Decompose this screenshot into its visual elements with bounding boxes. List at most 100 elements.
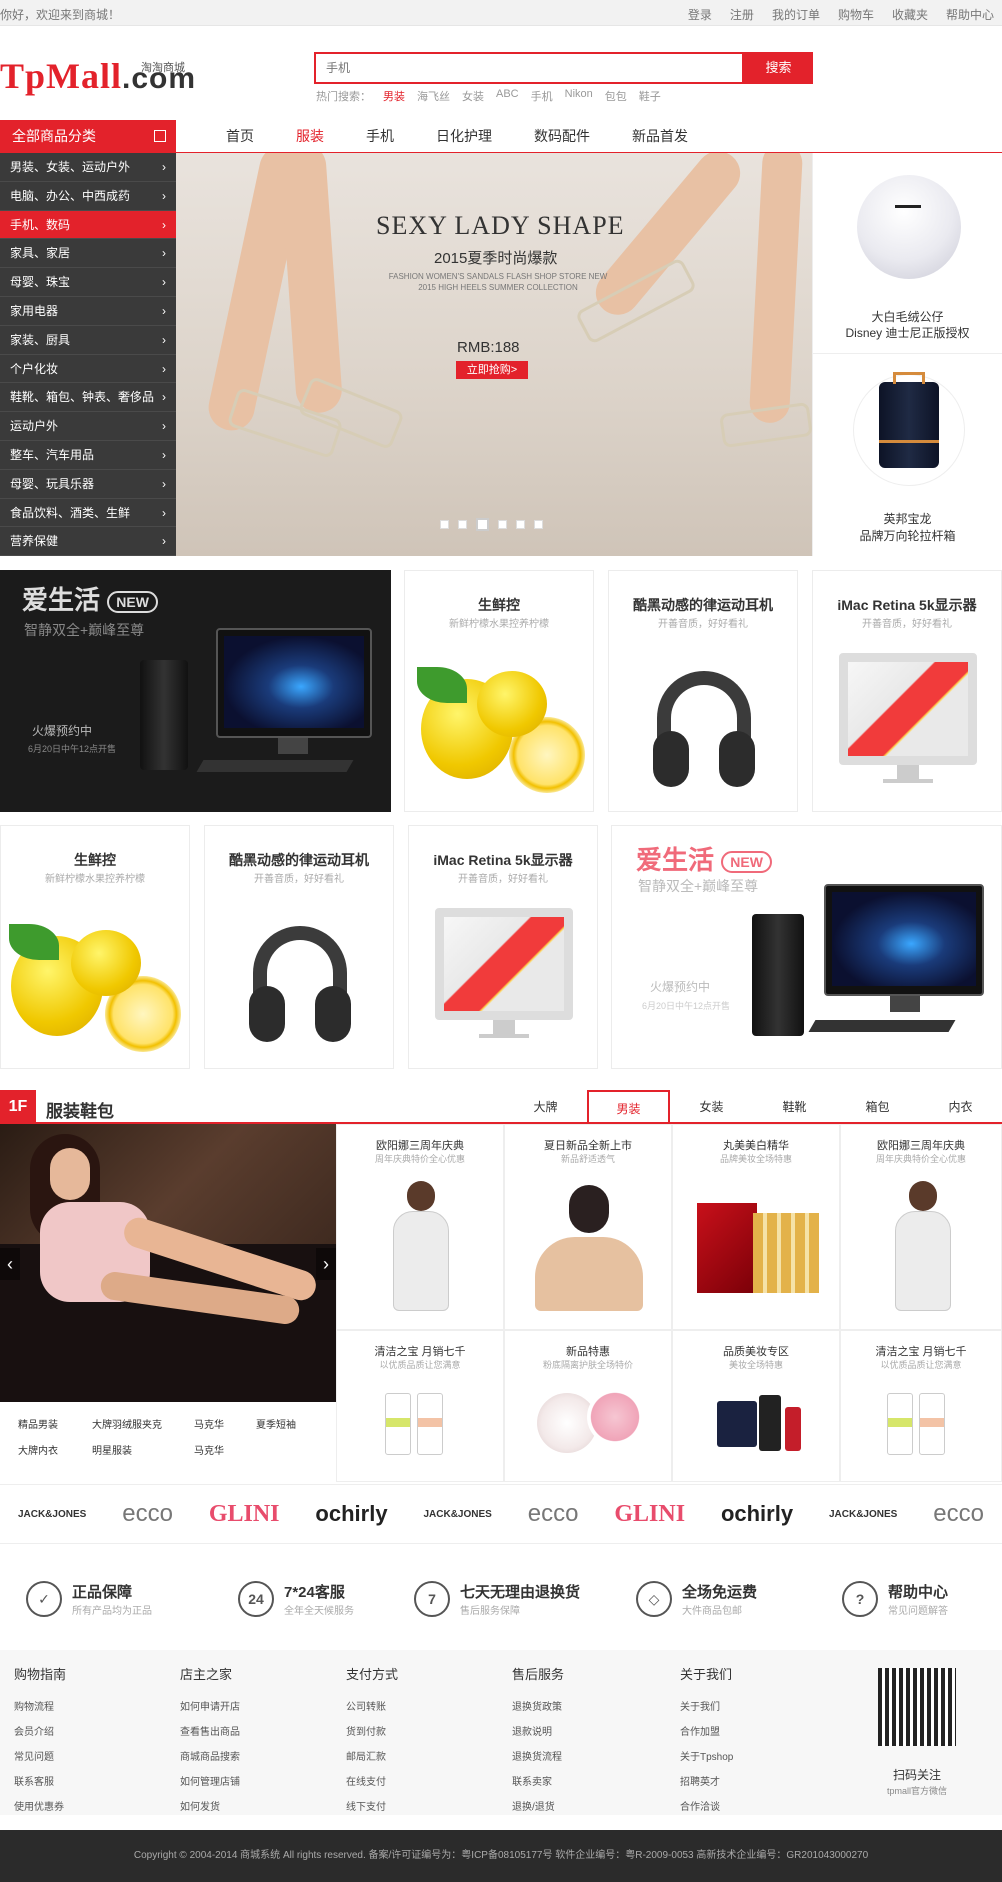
slide-dot[interactable] — [440, 520, 449, 529]
login-link[interactable]: 登录 — [688, 6, 712, 23]
footer-link[interactable]: 使用优惠券 — [14, 1795, 66, 1820]
floor-tab[interactable]: 大牌 — [504, 1090, 587, 1124]
footer-link[interactable]: 合作加盟 — [680, 1720, 733, 1745]
brand-logo[interactable]: ecco — [122, 1500, 173, 1528]
sidebar-item[interactable]: 家装、厨具 › — [0, 326, 176, 355]
search-input[interactable] — [314, 52, 744, 84]
cart-link[interactable]: 购物车 — [838, 6, 874, 23]
floor-link[interactable]: 明星服装 — [92, 1442, 132, 1457]
floor-tab[interactable]: 内衣 — [919, 1090, 1002, 1124]
product-tile[interactable]: iMac Retina 5k显示器 开善音质，好好看礼 — [812, 570, 1002, 812]
favorites-link[interactable]: 收藏夹 — [892, 6, 928, 23]
floor-product[interactable]: 品质美妆专区 美妆全场特惠 — [672, 1330, 840, 1482]
footer-link[interactable]: 如何管理店铺 — [180, 1770, 240, 1795]
sidebar-item[interactable]: 母婴、珠宝 › — [0, 268, 176, 297]
product-tile[interactable]: iMac Retina 5k显示器 开善音质，好好看礼 — [408, 825, 598, 1069]
footer-link[interactable]: 招聘英才 — [680, 1770, 733, 1795]
brand-logo[interactable]: ochirly — [721, 1501, 793, 1527]
floor-link[interactable]: 大牌羽绒服夹克 — [92, 1416, 162, 1431]
footer-link[interactable]: 关于Tpshop — [680, 1745, 733, 1770]
hot-word[interactable]: 手机 — [531, 88, 553, 104]
nav-phones[interactable]: 手机 — [366, 120, 394, 153]
floor-carousel[interactable]: ‹ › — [0, 1124, 336, 1402]
hot-word[interactable]: 包包 — [605, 88, 627, 104]
nav-digital-accessories[interactable]: 数码配件 — [534, 120, 590, 153]
product-tile[interactable]: 生鲜控 新鲜柠檬水果控养柠檬 — [404, 570, 594, 812]
sidebar-item[interactable]: 手机、数码 › — [0, 210, 176, 240]
product-tile[interactable]: 生鲜控 新鲜柠檬水果控养柠檬 — [0, 825, 190, 1069]
footer-link[interactable]: 退款说明 — [512, 1720, 564, 1745]
slide-dot[interactable] — [534, 520, 543, 529]
sidebar-item[interactable]: 运动户外 › — [0, 412, 176, 441]
footer-link[interactable]: 联系客服 — [14, 1770, 66, 1795]
floor-product[interactable]: 新品特惠 粉底隔离护肤全场特价 — [504, 1330, 672, 1482]
footer-link[interactable]: 联系卖家 — [512, 1770, 564, 1795]
floor-product[interactable]: 清洁之宝 月销七千 以优质品质让您满意 — [840, 1330, 1002, 1482]
footer-link[interactable]: 退换货政策 — [512, 1695, 564, 1720]
nav-daily-care[interactable]: 日化护理 — [436, 120, 492, 153]
hot-word[interactable]: Nikon — [565, 88, 593, 104]
sidebar-item[interactable]: 电脑、办公、中西成药 › — [0, 182, 176, 211]
floor-link[interactable]: 大牌内衣 — [18, 1442, 58, 1457]
floor-product[interactable]: 欧阳娜三周年庆典 周年庆典特价全心优惠 — [336, 1124, 504, 1330]
floor-tab[interactable]: 鞋靴 — [753, 1090, 836, 1124]
brand-logo[interactable]: ecco — [933, 1500, 984, 1528]
footer-link[interactable]: 如何发货 — [180, 1795, 240, 1820]
feature-card[interactable]: 爱生活 NEW 智静双全+巅峰至尊 火爆预约中 6月20日中午12点开售 — [611, 825, 1002, 1069]
footer-link[interactable]: 退换货流程 — [512, 1745, 564, 1770]
slide-dot[interactable] — [516, 520, 525, 529]
hot-word[interactable]: 女装 — [462, 88, 484, 104]
brand-logo[interactable]: ochirly — [315, 1501, 387, 1527]
footer-link[interactable]: 合作洽谈 — [680, 1795, 733, 1820]
footer-link[interactable]: 线下支付 — [346, 1795, 398, 1820]
footer-link[interactable]: 退换/退货 — [512, 1795, 564, 1820]
floor-link[interactable]: 夏季短袖 — [256, 1416, 296, 1431]
footer-link[interactable]: 公司转账 — [346, 1695, 398, 1720]
floor-tab[interactable]: 男装 — [587, 1090, 670, 1126]
sidebar-item[interactable]: 家用电器 › — [0, 297, 176, 326]
chevron-right-icon[interactable]: › — [316, 1248, 336, 1280]
register-link[interactable]: 注册 — [730, 6, 754, 23]
search-button[interactable]: 搜索 — [744, 52, 813, 84]
footer-link[interactable]: 如何申请开店 — [180, 1695, 240, 1720]
footer-link[interactable]: 商城商品搜索 — [180, 1745, 240, 1770]
sidebar-item[interactable]: 营养保健 › — [0, 527, 176, 557]
footer-link[interactable]: 会员介绍 — [14, 1720, 66, 1745]
footer-link[interactable]: 在线支付 — [346, 1770, 398, 1795]
brand-logo[interactable]: ecco — [528, 1500, 579, 1528]
footer-link[interactable]: 购物流程 — [14, 1695, 66, 1720]
footer-link[interactable]: 货到付款 — [346, 1720, 398, 1745]
banner-buy-button[interactable]: 立即抢购> — [456, 361, 528, 379]
sidebar-item[interactable]: 男装、女装、运动户外 › — [0, 153, 176, 182]
hot-word[interactable]: 海飞丝 — [417, 88, 450, 104]
sidebar-item[interactable]: 食品饮料、酒类、生鲜 › — [0, 499, 176, 528]
footer-link[interactable]: 关于我们 — [680, 1695, 733, 1720]
hot-word[interactable]: 鞋子 — [639, 88, 661, 104]
floor-product[interactable]: 清洁之宝 月销七千 以优质品质让您满意 — [336, 1330, 504, 1482]
sidebar-item[interactable]: 整车、汽车用品 › — [0, 441, 176, 470]
floor-link[interactable]: 马克华 — [194, 1416, 224, 1431]
sidebar-item[interactable]: 母婴、玩具乐器 › — [0, 470, 176, 499]
footer-link[interactable]: 邮局汇款 — [346, 1745, 398, 1770]
site-logo[interactable]: TpMall.com 淘淘商城 — [0, 55, 196, 97]
sidebar-item[interactable]: 个户化妆 › — [0, 355, 176, 384]
brand-logo[interactable]: JACK&JONES — [829, 1509, 897, 1520]
my-orders-link[interactable]: 我的订单 — [772, 6, 820, 23]
product-tile[interactable]: 酷黑动感的律运动耳机 开善音质，好好看礼 — [204, 825, 394, 1069]
nav-clothing[interactable]: 服装 — [296, 120, 324, 153]
chevron-left-icon[interactable]: ‹ — [0, 1248, 20, 1280]
sidebar-item[interactable]: 家具、家居 › — [0, 239, 176, 269]
footer-link[interactable]: 常见问题 — [14, 1745, 66, 1770]
brand-logo[interactable]: GLINI — [209, 1501, 280, 1528]
brand-logo[interactable]: JACK&JONES — [423, 1509, 491, 1520]
nav-new-arrivals[interactable]: 新品首发 — [632, 120, 688, 153]
promo-card[interactable]: 大白毛绒公仔 Disney 迪士尼正版授权 — [812, 153, 1002, 354]
slide-dot[interactable] — [498, 520, 507, 529]
hero-banner[interactable]: SEXY LADY SHAPE 2015夏季时尚爆款 FASHION WOMEN… — [176, 153, 812, 556]
sidebar-item[interactable]: 鞋靴、箱包、钟表、奢侈品 › — [0, 383, 176, 413]
hot-word[interactable]: 男装 — [383, 88, 405, 104]
brand-logo[interactable]: JACK&JONES — [18, 1509, 86, 1520]
floor-product[interactable]: 欧阳娜三周年庆典 周年庆典特价全心优惠 — [840, 1124, 1002, 1330]
product-tile[interactable]: 酷黑动感的律运动耳机 开善音质，好好看礼 — [608, 570, 798, 812]
brand-logo[interactable]: GLINI — [614, 1501, 685, 1528]
